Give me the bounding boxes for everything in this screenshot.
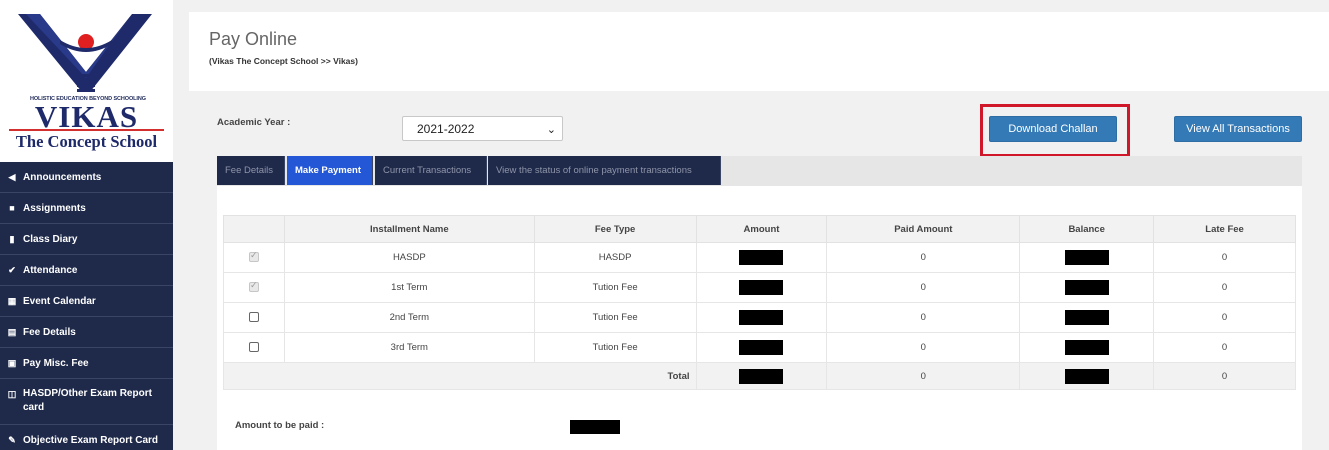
sidebar-item-label: Pay Misc. Fee bbox=[23, 357, 89, 369]
edit-icon: ✎ bbox=[8, 434, 16, 445]
tab-bar: Fee Details Make Payment Current Transac… bbox=[217, 156, 1302, 186]
fee-type: Tution Fee bbox=[533, 332, 697, 363]
installment-checkbox[interactable] bbox=[248, 250, 259, 263]
sidebar-item-attendance[interactable]: ✔ Attendance bbox=[0, 255, 173, 286]
table-row: 2nd Term Tution Fee 0 0 bbox=[223, 302, 1296, 333]
redacted-amount bbox=[739, 340, 784, 355]
download-challan-button[interactable]: Download Challan bbox=[989, 116, 1117, 142]
column-header: Late Fee bbox=[1153, 215, 1296, 243]
installment-name: HASDP bbox=[283, 242, 535, 273]
sidebar-item-label: HASDP/Other Exam Report card bbox=[23, 388, 152, 413]
tab-make-payment[interactable]: Make Payment bbox=[287, 156, 373, 185]
table-row: 1st Term Tution Fee 0 0 bbox=[223, 272, 1296, 303]
redacted-amount bbox=[739, 280, 784, 295]
redacted-balance bbox=[1064, 340, 1109, 355]
total-late-fee: 0 bbox=[1153, 362, 1296, 390]
breadcrumb: (Vikas The Concept School >> Vikas) bbox=[209, 56, 358, 66]
column-header: Fee Type bbox=[533, 215, 697, 243]
select-column-header bbox=[223, 215, 285, 243]
redacted-balance bbox=[1064, 250, 1109, 265]
page-title: Pay Online bbox=[209, 29, 298, 49]
sidebar: HOLISTIC EDUCATION BEYOND SCHOOLING VIKA… bbox=[0, 0, 173, 450]
page-header: Pay Online (Vikas The Concept School >> … bbox=[189, 12, 1329, 91]
sidebar-item-label: Event Calendar bbox=[23, 295, 96, 307]
fee-type: HASDP bbox=[533, 242, 697, 273]
make-payment-panel: Installment Name Fee Type Amount Paid Am… bbox=[217, 186, 1302, 450]
column-header: Paid Amount bbox=[826, 215, 1021, 243]
view-all-transactions-button[interactable]: View All Transactions bbox=[1174, 116, 1302, 142]
academic-year-value: 2021-2022 bbox=[417, 121, 475, 136]
fee-type: Tution Fee bbox=[533, 302, 697, 333]
installment-checkbox[interactable] bbox=[248, 342, 259, 353]
money-icon: ▣ bbox=[7, 357, 17, 368]
sidebar-item-label: Announcements bbox=[23, 171, 102, 183]
paid-amount: 0 bbox=[826, 242, 1021, 273]
book-icon: ▮ bbox=[9, 233, 15, 244]
redacted-amount-to-be-paid bbox=[570, 420, 620, 434]
column-header: Installment Name bbox=[283, 215, 535, 243]
total-paid: 0 bbox=[826, 362, 1021, 390]
redacted-total-amount bbox=[739, 368, 784, 384]
installment-checkbox[interactable] bbox=[248, 280, 259, 293]
sidebar-item-announcements[interactable]: ◀ Announcements bbox=[0, 162, 173, 193]
sidebar-item-label: Assignments bbox=[23, 202, 86, 214]
school-logo: HOLISTIC EDUCATION BEYOND SCHOOLING VIKA… bbox=[0, 0, 173, 162]
report-icon: ◫ bbox=[7, 389, 17, 399]
sidebar-item-pay-misc-fee[interactable]: ▣ Pay Misc. Fee bbox=[0, 348, 173, 379]
installment-name: 2nd Term bbox=[283, 302, 535, 333]
sidebar-item-class-diary[interactable]: ▮ Class Diary bbox=[0, 224, 173, 255]
installment-checkbox[interactable] bbox=[248, 312, 259, 323]
sidebar-item-objective-report-card[interactable]: ✎ Objective Exam Report Card bbox=[0, 425, 173, 450]
check-icon: ✔ bbox=[8, 264, 16, 275]
sidebar-item-label: Attendance bbox=[23, 264, 78, 276]
calendar-icon: ▦ bbox=[7, 295, 17, 306]
installment-name: 1st Term bbox=[283, 272, 535, 303]
sidebar-item-assignments[interactable]: ■ Assignments bbox=[0, 193, 173, 224]
redacted-total-balance bbox=[1064, 368, 1109, 384]
sidebar-item-hasdp-report-card[interactable]: ◫ HASDP/Other Exam Report card bbox=[0, 379, 173, 425]
table-row: HASDP HASDP 0 0 bbox=[223, 242, 1296, 273]
sidebar-item-label: Fee Details bbox=[23, 326, 76, 338]
fee-type: Tution Fee bbox=[533, 272, 697, 303]
late-fee: 0 bbox=[1153, 242, 1296, 273]
table-header-row: Installment Name Fee Type Amount Paid Am… bbox=[223, 215, 1296, 243]
logo-divider bbox=[9, 129, 164, 131]
sidebar-item-label: Class Diary bbox=[23, 233, 78, 245]
sidebar-menu: ◀ Announcements ■ Assignments ▮ Class Di… bbox=[0, 162, 173, 450]
sidebar-item-label: Objective Exam Report Card bbox=[23, 434, 159, 446]
tab-fee-details[interactable]: Fee Details bbox=[217, 156, 285, 185]
amount-to-be-paid-label: Amount to be paid : bbox=[235, 420, 325, 431]
redacted-balance bbox=[1064, 280, 1109, 295]
academic-year-label: Academic Year : bbox=[217, 117, 291, 128]
vikas-logo-emblem-icon bbox=[18, 14, 152, 92]
tab-current-transactions[interactable]: Current Transactions bbox=[375, 156, 487, 185]
total-label: Total bbox=[223, 362, 697, 390]
table-total-row: Total 0 0 bbox=[223, 362, 1296, 390]
sidebar-item-event-calendar[interactable]: ▦ Event Calendar bbox=[0, 286, 173, 317]
installment-name: 3rd Term bbox=[283, 332, 535, 363]
paid-amount: 0 bbox=[826, 332, 1021, 363]
late-fee: 0 bbox=[1153, 302, 1296, 333]
installment-table: Installment Name Fee Type Amount Paid Am… bbox=[223, 215, 1296, 390]
megaphone-icon: ◀ bbox=[8, 171, 16, 182]
academic-year-select[interactable]: 2021-2022 ⌄ bbox=[402, 116, 563, 141]
chevron-down-icon: ⌄ bbox=[546, 124, 556, 136]
briefcase-icon: ■ bbox=[9, 203, 15, 213]
column-header: Amount bbox=[695, 215, 828, 243]
redacted-balance bbox=[1064, 310, 1109, 325]
redacted-amount bbox=[739, 250, 784, 265]
sidebar-item-fee-details[interactable]: ▤ Fee Details bbox=[0, 317, 173, 348]
late-fee: 0 bbox=[1153, 332, 1296, 363]
column-header: Balance bbox=[1019, 215, 1155, 243]
paid-amount: 0 bbox=[826, 302, 1021, 333]
logo-subtitle: The Concept School bbox=[15, 132, 158, 151]
redacted-amount bbox=[739, 310, 784, 325]
tab-online-payment-status[interactable]: View the status of online payment transa… bbox=[488, 156, 721, 185]
late-fee: 0 bbox=[1153, 272, 1296, 303]
table-row: 3rd Term Tution Fee 0 0 bbox=[223, 332, 1296, 363]
fee-icon: ▤ bbox=[7, 326, 17, 337]
paid-amount: 0 bbox=[826, 272, 1021, 303]
